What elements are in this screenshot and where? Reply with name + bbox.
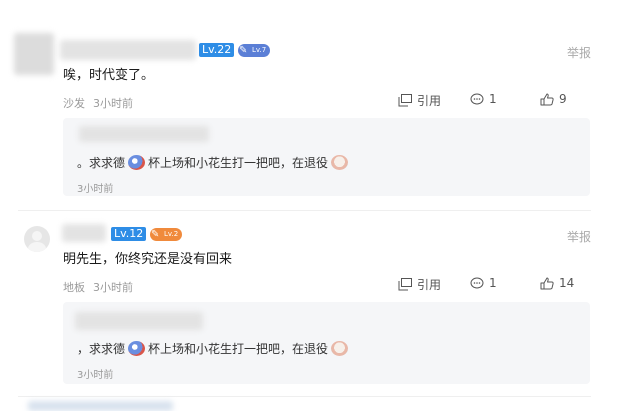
medal-icon: ✎ (239, 45, 248, 56)
reply-text: 。求求德 杯上场和小花生打一把吧，在退役 (77, 154, 351, 171)
reply-text-before: ，求求德 (77, 342, 126, 356)
quote-icon (398, 94, 412, 107)
reply-username-obscured[interactable] (79, 126, 209, 142)
like-count: 14 (559, 276, 575, 290)
reply-text-before: 。求求德 (77, 156, 126, 170)
report-link[interactable]: 举报 (567, 44, 591, 61)
quote-button[interactable]: 引用 (398, 92, 441, 109)
quote-button[interactable]: 引用 (398, 276, 441, 293)
comment-text: 唉，时代变了。 (63, 68, 155, 83)
reply-button[interactable]: 1 (470, 276, 497, 290)
comment-meta: 沙发 3小时前 (63, 95, 133, 111)
comment-icon (470, 93, 484, 106)
level-badge: Lv.22 (199, 43, 235, 57)
reply-time: 3小时前 (77, 370, 114, 381)
level-badge: Lv.12 (111, 227, 147, 241)
quote-label: 引用 (417, 94, 442, 108)
quote-icon (398, 278, 412, 291)
reply-count: 1 (489, 276, 497, 290)
medal-badge: ✎ Lv.2 (150, 228, 183, 241)
medal-icon: ✎ (151, 229, 160, 240)
comment-icon (470, 277, 484, 290)
avatar[interactable] (24, 226, 50, 252)
comment-time: 3小时前 (93, 281, 133, 294)
like-count: 9 (559, 92, 567, 106)
reply-count: 1 (489, 92, 497, 106)
medal-badge-label: Lv.7 (252, 46, 267, 54)
floor-label: 地板 (63, 281, 85, 294)
reply-button[interactable]: 1 (470, 92, 497, 106)
reply-block: ，求求德 杯上场和小花生打一把吧，在退役 3小时前 (63, 302, 590, 384)
reply-time: 3小时前 (77, 184, 114, 195)
reply-block: 。求求德 杯上场和小花生打一把吧，在退役 3小时前 (63, 118, 590, 196)
reply-username-obscured[interactable] (75, 312, 203, 330)
quote-label: 引用 (417, 278, 442, 292)
medal-badge: ✎ Lv.7 (238, 44, 271, 57)
reply-text: ，求求德 杯上场和小花生打一把吧，在退役 (77, 340, 351, 357)
medal-badge-label: Lv.2 (164, 230, 179, 238)
comment-time: 3小时前 (93, 97, 133, 110)
floor-label: 沙发 (63, 97, 85, 110)
like-button[interactable]: 14 (540, 276, 574, 290)
reply-text-mid: 杯上场和小花生打一把吧，在退役 (148, 342, 329, 356)
next-comment-obscured (28, 401, 173, 411)
comment-divider (18, 210, 591, 211)
avatar-placeholder-icon (24, 231, 50, 252)
thumbs-up-icon (540, 277, 554, 290)
emoji-sticker-icon (331, 341, 349, 356)
comment-text: 明先生，你终究还是没有回来 (63, 252, 233, 267)
comment-meta: 地板 3小时前 (63, 279, 133, 295)
emoji-sticker-icon (331, 155, 349, 170)
thumbs-up-icon (540, 93, 554, 106)
reply-text-mid: 杯上场和小花生打一把吧，在退役 (148, 156, 329, 170)
comment-divider (18, 396, 591, 397)
like-button[interactable]: 9 (540, 92, 567, 106)
username-obscured[interactable] (60, 40, 196, 60)
avatar[interactable] (14, 33, 54, 75)
username-obscured[interactable] (62, 224, 106, 242)
emoji-sticker-icon (128, 341, 146, 356)
report-link[interactable]: 举报 (567, 228, 591, 245)
emoji-sticker-icon (128, 155, 146, 170)
